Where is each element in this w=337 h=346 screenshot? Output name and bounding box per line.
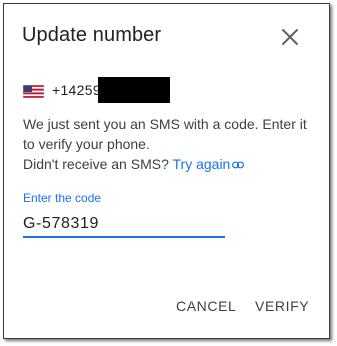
try-again-label: Try again <box>172 156 231 172</box>
try-again-link[interactable]: Try again <box>173 156 245 172</box>
phone-number-text: +14259 <box>52 82 101 98</box>
close-button[interactable] <box>278 25 302 49</box>
dialog-title: Update number <box>22 24 162 46</box>
redacted-phone-digits <box>98 77 170 103</box>
no-sms-question: Didn't receive an SMS? <box>23 156 169 172</box>
cancel-button[interactable]: CANCEL <box>176 298 236 314</box>
close-icon <box>282 29 298 45</box>
update-number-dialog: Update number +14259 We just sent you an… <box>3 3 330 339</box>
verification-code-input[interactable] <box>23 212 225 238</box>
message-line-2: to verify your phone. <box>23 136 150 152</box>
verification-message: We just sent you an SMS with a code. Ent… <box>23 114 323 174</box>
code-field-label: Enter the code <box>23 191 102 205</box>
message-line-1: We just sent you an SMS with a code. Ent… <box>23 116 307 132</box>
message-line-3: Didn't receive an SMS? Try again <box>23 154 323 174</box>
phone-number-row: +14259 <box>23 77 183 103</box>
link-icon <box>232 161 245 169</box>
verify-button[interactable]: VERIFY <box>255 298 309 314</box>
us-flag-icon <box>23 85 44 98</box>
